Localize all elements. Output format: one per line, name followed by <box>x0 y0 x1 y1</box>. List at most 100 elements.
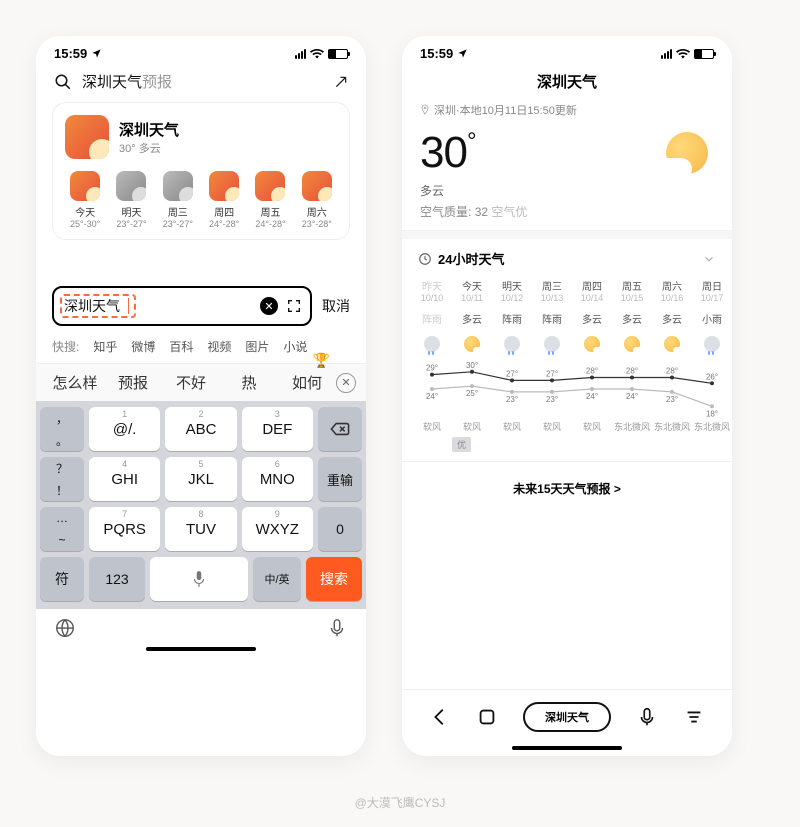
key-9-wxyz[interactable]: 9WXYZ <box>242 507 313 551</box>
fullscreen-icon[interactable] <box>286 298 302 314</box>
chevron-down-icon <box>702 252 716 266</box>
quick-item[interactable]: 微博 <box>131 338 155 355</box>
day-col[interactable]: 周四24°-28° <box>204 171 244 229</box>
forecast-icon <box>532 334 572 354</box>
forecast-cond: 阵雨 <box>412 311 452 326</box>
forecast-wind: 软风 <box>572 420 612 433</box>
key-search[interactable]: 搜索 <box>306 557 362 601</box>
search-input[interactable]: 深圳天气 ✕ <box>52 286 312 326</box>
day-range: 23°-27° <box>158 219 198 229</box>
status-time: 15:59 <box>54 46 87 61</box>
key-5-jkl[interactable]: 5JKL <box>165 457 236 501</box>
section-24h-header[interactable]: 24小时天气 <box>402 239 732 278</box>
phone-left: 15:59 深圳天气预报 深圳天气 30° 多云 今天25°-30° <box>36 36 366 756</box>
wifi-icon <box>676 49 690 59</box>
day-col[interactable]: 周三23°-27° <box>158 171 198 229</box>
ime-candidates: 🏆 怎么样预报不好热如何 ✕ <box>36 363 366 401</box>
forecast-table[interactable]: 昨天10/10今天10/11明天10/12周三10/13周四10/14周五10/… <box>402 278 732 461</box>
svg-text:30°: 30° <box>466 361 478 370</box>
key-4-ghi[interactable]: 4GHI <box>89 457 160 501</box>
forecast-cond: 阵雨 <box>492 311 532 326</box>
globe-icon[interactable] <box>54 617 76 639</box>
key-8-tuv[interactable]: 8TUV <box>165 507 236 551</box>
quick-label: 快搜: <box>52 338 79 355</box>
day-icon <box>70 171 100 201</box>
day-label: 周五 <box>250 204 290 219</box>
quick-item[interactable]: 视频 <box>207 338 231 355</box>
day-range: 24°-28° <box>250 219 290 229</box>
key-sym[interactable]: 符 <box>40 557 84 601</box>
bottom-search-pill[interactable]: 深圳天气 <box>523 702 611 732</box>
quick-item[interactable]: 百科 <box>169 338 193 355</box>
forecast-wind: 东北微风 <box>692 420 732 433</box>
day-icon <box>209 171 239 201</box>
key-3-def[interactable]: 3DEF <box>242 407 313 451</box>
svg-text:23°: 23° <box>666 395 678 404</box>
location-arrow-icon <box>91 48 102 59</box>
svg-text:29°: 29° <box>426 364 438 373</box>
pin-icon <box>420 104 430 116</box>
svg-text:18°: 18° <box>706 409 718 418</box>
collapse-icon[interactable] <box>334 75 348 89</box>
forecast-col-head: 今天10/11 <box>452 278 492 303</box>
top-search-bar[interactable]: 深圳天气预报 <box>36 65 366 102</box>
aqi-badge: 优 <box>452 437 471 452</box>
key-7-pqrs[interactable]: 7PQRS <box>89 507 160 551</box>
battery-icon <box>694 49 714 59</box>
svg-text:27°: 27° <box>546 369 558 378</box>
day-col[interactable]: 周六23°-28° <box>297 171 337 229</box>
mic-icon[interactable] <box>636 706 658 728</box>
day-col[interactable]: 明天23°-27° <box>111 171 151 229</box>
candidate[interactable]: 热 <box>220 372 278 393</box>
menu-icon[interactable] <box>683 706 705 728</box>
tabs-icon[interactable] <box>476 706 498 728</box>
forecast-icon <box>492 334 532 354</box>
forecast-col-head: 周四10/14 <box>572 278 612 303</box>
forecast-icon <box>412 334 452 354</box>
key-6-mno[interactable]: 6MNO <box>242 457 313 501</box>
forecast-cond: 多云 <box>572 311 612 326</box>
candidate[interactable]: 预报 <box>104 372 162 393</box>
cancel-button[interactable]: 取消 <box>322 296 350 316</box>
svg-text:28°: 28° <box>586 367 598 376</box>
search-input-value: 深圳天气 <box>64 296 120 316</box>
temp-graph: 29°30°27°27°28°28°28°26°24°25°23°23°24°2… <box>412 358 732 418</box>
current-cond: 多云 <box>420 182 527 199</box>
weather-card[interactable]: 深圳天气 30° 多云 今天25°-30°明天23°-27°周三23°-27°周… <box>52 102 350 240</box>
key-0[interactable]: 0 <box>318 507 362 551</box>
key-space-mic[interactable] <box>150 557 248 601</box>
key-2-abc[interactable]: 2ABC <box>165 407 236 451</box>
quick-item[interactable]: 小说 <box>283 338 307 355</box>
key-1-at[interactable]: 1@/. <box>89 407 160 451</box>
forecast-cond: 多云 <box>612 311 652 326</box>
key-123[interactable]: 123 <box>89 557 145 601</box>
candidate[interactable]: 如何 <box>278 372 336 393</box>
weather-thumb-icon <box>65 115 109 159</box>
quick-item[interactable]: 图片 <box>245 338 269 355</box>
forecast-wind: 软风 <box>412 420 452 433</box>
day-col[interactable]: 今天25°-30° <box>65 171 105 229</box>
clear-icon[interactable]: ✕ <box>260 297 278 315</box>
back-icon[interactable] <box>429 706 451 728</box>
key-punct-q[interactable]: ？！ <box>40 457 84 501</box>
candidate[interactable]: 怎么样 <box>46 372 104 393</box>
mic-bottom-icon[interactable] <box>326 617 348 639</box>
key-punct-comma[interactable]: ，。 <box>40 407 84 451</box>
key-retype[interactable]: 重输 <box>318 457 362 501</box>
svg-text:25°: 25° <box>466 389 478 398</box>
quick-item[interactable]: 知乎 <box>93 338 117 355</box>
svg-text:24°: 24° <box>426 392 438 401</box>
candidate[interactable]: 不好 <box>162 372 220 393</box>
close-candidates-icon[interactable]: ✕ <box>336 373 356 393</box>
forecast-col-head: 昨天10/10 <box>412 278 452 303</box>
forecast-icon <box>452 334 492 354</box>
key-ime-switch[interactable]: 中/英 <box>253 557 301 601</box>
key-delete[interactable] <box>318 407 362 451</box>
day-label: 周四 <box>204 204 244 219</box>
day-col[interactable]: 周五24°-28° <box>250 171 290 229</box>
svg-text:23°: 23° <box>506 395 518 404</box>
forecast-wind: 东北微风 <box>652 420 692 433</box>
key-punct-dots[interactable]: …~ <box>40 507 84 551</box>
future-15d-link[interactable]: 未来15天天气预报 > <box>402 461 732 513</box>
home-indicator <box>146 647 256 651</box>
